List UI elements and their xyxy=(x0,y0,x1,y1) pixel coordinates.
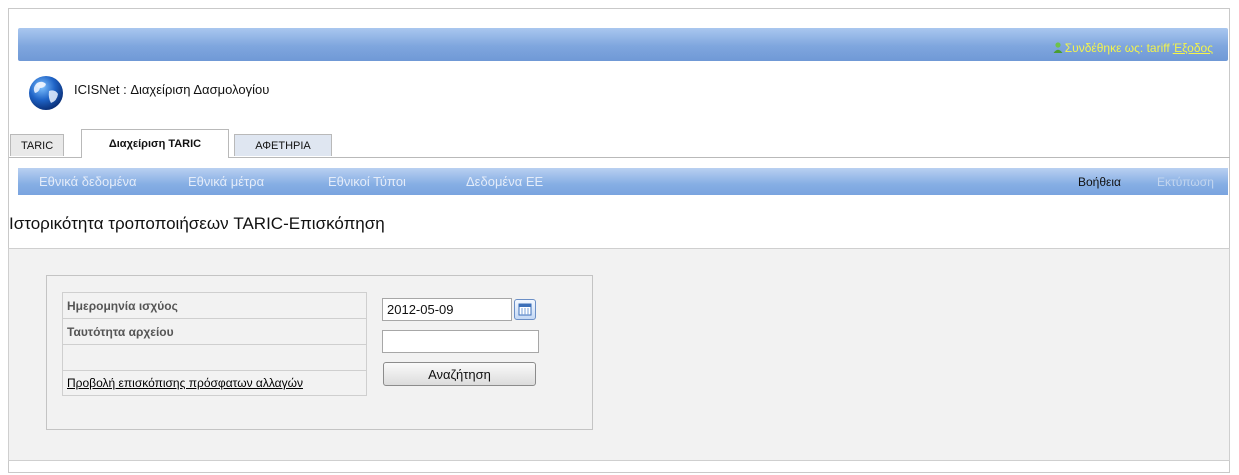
globe-logo-icon xyxy=(24,69,68,113)
nav-help[interactable]: Βοήθεια xyxy=(1078,175,1121,189)
nav-bar: Εθνικά δεδομένα Εθνικά μέτρα Εθνικοί Τύπ… xyxy=(18,168,1228,195)
nav-print[interactable]: Εκτύπωση xyxy=(1157,175,1214,189)
login-status-label: Συνδέθηκε ως: xyxy=(1064,41,1144,55)
recent-changes-cell: Προβολή επισκόπισης πρόσφατων αλλαγών xyxy=(62,370,367,396)
nav-national-types[interactable]: Εθνικοί Τύποι xyxy=(328,174,406,189)
file-id-input[interactable] xyxy=(382,330,539,353)
login-area: Συνδέθηκε ως: tariff Έξοδος xyxy=(1053,41,1213,55)
form-label-table: Ημερομηνία ισχύος Ταυτότητα αρχείου Προβ… xyxy=(62,292,367,396)
search-button[interactable]: Αναζήτηση xyxy=(383,362,536,386)
logout-link[interactable]: Έξοδος xyxy=(1173,41,1213,55)
date-label: Ημερομηνία ισχύος xyxy=(62,292,367,319)
tab-bar: TARIC Διαχείριση TARIC ΑΦΕΤΗΡΙΑ xyxy=(9,129,1230,158)
empty-cell xyxy=(62,344,367,371)
calendar-icon[interactable] xyxy=(514,299,536,320)
date-input[interactable] xyxy=(382,298,512,321)
user-icon xyxy=(1053,42,1063,53)
recent-changes-link[interactable]: Προβολή επισκόπισης πρόσφατων αλλαγών xyxy=(67,376,303,390)
header-bar xyxy=(18,28,1228,61)
tab-afethria[interactable]: ΑΦΕΤΗΡΙΑ xyxy=(234,134,332,156)
file-id-label: Ταυτότητα αρχείου xyxy=(62,318,367,345)
nav-national-data[interactable]: Εθνικά δεδομένα xyxy=(39,174,137,189)
page-title: Ιστορικότητα τροποποιήσεων TARIC-Επισκόπ… xyxy=(9,214,385,233)
username-label: tariff xyxy=(1146,41,1170,55)
tab-taric-management[interactable]: Διαχείριση TARIC xyxy=(81,129,229,158)
nav-eu-data[interactable]: Δεδομένα ΕΕ xyxy=(466,174,543,189)
nav-national-measures[interactable]: Εθνικά μέτρα xyxy=(188,174,264,189)
app-title: ICISNet : Διαχείριση Δασμολογίου xyxy=(74,82,270,97)
tab-taric[interactable]: TARIC xyxy=(10,134,65,156)
